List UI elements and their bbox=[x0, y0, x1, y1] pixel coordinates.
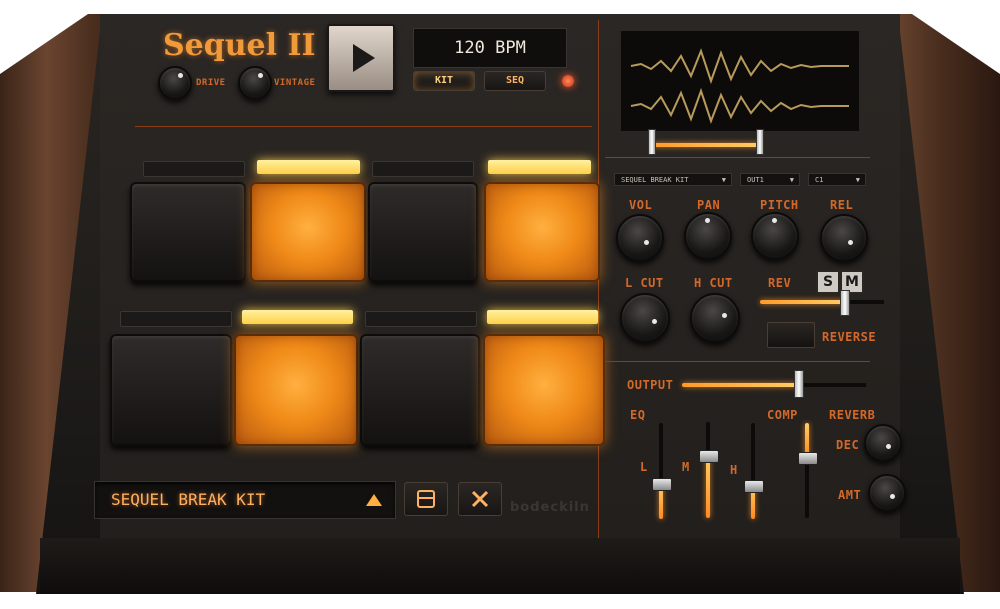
lcut-knob[interactable] bbox=[620, 293, 670, 343]
kit-select-value: SEQUEL BREAK KIT bbox=[621, 176, 689, 184]
rel-label: REL bbox=[830, 198, 854, 212]
save-button[interactable] bbox=[404, 482, 448, 516]
output-slider-rail bbox=[798, 383, 866, 387]
comp-slot bbox=[805, 456, 809, 518]
vintage-knob[interactable] bbox=[238, 66, 272, 100]
hcut-knob[interactable] bbox=[690, 293, 740, 343]
waveform-display bbox=[620, 30, 860, 132]
kit-button[interactable]: KIT bbox=[413, 71, 475, 91]
dec-knob[interactable] bbox=[864, 424, 902, 462]
drum-pad[interactable] bbox=[250, 182, 366, 282]
vol-knob[interactable] bbox=[616, 214, 664, 262]
drum-pad[interactable] bbox=[360, 334, 480, 446]
lcut-label: L CUT bbox=[625, 276, 664, 290]
eq-label: EQ bbox=[630, 408, 646, 422]
chevron-down-icon: ▼ bbox=[789, 176, 794, 184]
solo-button[interactable]: S bbox=[816, 270, 840, 294]
play-button[interactable] bbox=[327, 24, 395, 92]
save-icon bbox=[417, 490, 435, 508]
rev-slider-track[interactable] bbox=[760, 300, 844, 304]
reverse-label: REVERSE bbox=[822, 330, 877, 344]
output-label: OUTPUT bbox=[627, 378, 674, 392]
logo: Sequel II bbox=[163, 28, 316, 63]
output-select-value: OUT1 bbox=[747, 176, 764, 184]
reverb-label: REVERB bbox=[829, 408, 876, 422]
pitch-label: PITCH bbox=[760, 198, 799, 212]
drum-pad[interactable] bbox=[484, 182, 600, 282]
pad-indicator bbox=[365, 311, 477, 327]
drum-pad[interactable] bbox=[483, 334, 605, 446]
header-divider bbox=[135, 126, 592, 127]
section-divider bbox=[605, 361, 870, 362]
drive-knob[interactable] bbox=[158, 66, 192, 100]
play-icon bbox=[353, 44, 375, 72]
eq-low-label: L bbox=[640, 460, 648, 474]
sample-range-track[interactable] bbox=[652, 143, 760, 147]
pad-indicator bbox=[372, 161, 474, 177]
bpm-display[interactable]: 120 BPM bbox=[413, 28, 567, 68]
pad-indicator bbox=[143, 161, 245, 177]
section-divider bbox=[605, 157, 870, 158]
pad-indicator bbox=[487, 310, 598, 324]
rev-slider-thumb[interactable] bbox=[840, 290, 850, 316]
chevron-down-icon: ▼ bbox=[721, 176, 726, 184]
close-button[interactable] bbox=[458, 482, 502, 516]
output-select[interactable]: OUT1 ▼ bbox=[740, 173, 800, 186]
rev-label: REV bbox=[768, 276, 792, 290]
pad-indicator bbox=[257, 160, 360, 174]
eq-low-slot bbox=[659, 423, 663, 483]
maker-logo: bodeckiln bbox=[510, 500, 590, 515]
hcut-label: H CUT bbox=[694, 276, 733, 290]
eq-mid-track[interactable] bbox=[706, 456, 710, 518]
sample-end-handle[interactable] bbox=[756, 129, 764, 155]
chevron-down-icon: ▼ bbox=[855, 176, 860, 184]
output-slider-thumb[interactable] bbox=[794, 370, 804, 398]
pad-indicator bbox=[242, 310, 353, 324]
comp-fader[interactable] bbox=[798, 452, 818, 465]
eq-high-fader[interactable] bbox=[744, 480, 764, 493]
sample-start-handle[interactable] bbox=[648, 129, 656, 155]
drum-pad[interactable] bbox=[130, 182, 246, 282]
drum-pad[interactable] bbox=[234, 334, 358, 446]
drum-pad[interactable] bbox=[368, 182, 478, 282]
seq-button[interactable]: SEQ bbox=[484, 71, 546, 91]
preset-name-field[interactable]: SEQUEL BREAK KIT bbox=[94, 481, 396, 519]
eq-low-fader[interactable] bbox=[652, 478, 672, 491]
drive-label: DRIVE bbox=[196, 78, 226, 88]
pad-indicator bbox=[488, 160, 591, 174]
dec-label: DEC bbox=[836, 438, 860, 452]
vol-label: VOL bbox=[629, 198, 653, 212]
rev-slider-rail bbox=[844, 300, 884, 304]
comp-label: COMP bbox=[767, 408, 798, 422]
pan-knob[interactable] bbox=[684, 212, 732, 260]
eq-mid-fader[interactable] bbox=[699, 450, 719, 463]
close-icon bbox=[471, 490, 489, 508]
amt-label: AMT bbox=[838, 488, 862, 502]
pan-label: PAN bbox=[697, 198, 721, 212]
pad-indicator bbox=[120, 311, 232, 327]
eq-mid-label: M bbox=[682, 460, 690, 474]
device-front-edge bbox=[40, 538, 960, 594]
triangle-up-icon[interactable] bbox=[365, 493, 383, 507]
status-led bbox=[562, 75, 574, 87]
output-slider-track[interactable] bbox=[682, 383, 798, 387]
kit-select[interactable]: SEQUEL BREAK KIT ▼ bbox=[614, 173, 732, 186]
pitch-knob[interactable] bbox=[751, 212, 799, 260]
drum-pad[interactable] bbox=[110, 334, 232, 446]
rel-knob[interactable] bbox=[820, 214, 868, 262]
note-select-value: C1 bbox=[815, 176, 824, 184]
eq-high-label: H bbox=[730, 463, 738, 477]
preset-name-text: SEQUEL BREAK KIT bbox=[111, 490, 266, 509]
reverse-button[interactable] bbox=[767, 322, 815, 348]
eq-high-slot bbox=[751, 423, 755, 485]
amt-knob[interactable] bbox=[868, 474, 906, 512]
vintage-label: VINTAGE bbox=[274, 78, 316, 88]
waveform-icon bbox=[630, 48, 849, 124]
note-select[interactable]: C1 ▼ bbox=[808, 173, 866, 186]
